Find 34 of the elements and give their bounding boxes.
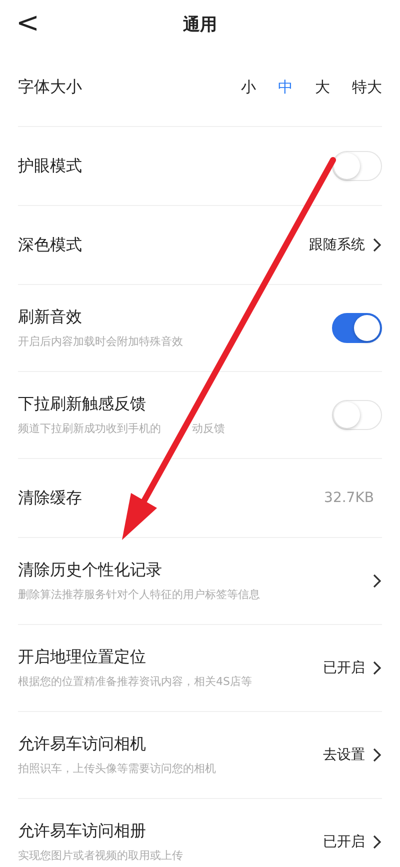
row-value: 跟随系统	[309, 236, 365, 254]
row-subtitle: 开启后内容加载时会附加特殊音效	[18, 334, 184, 349]
chevron-icon	[373, 238, 382, 252]
font-size-option[interactable]: 特大	[330, 78, 382, 96]
row-subtitle: 删除算法推荐服务针对个人特征的用户标签等信息	[18, 587, 261, 602]
row-title: 清除历史个性化记录	[18, 560, 163, 581]
row-subtitle: 拍照识车，上传头像等需要访问您的相机	[18, 761, 217, 776]
row-title: 下拉刷新触感反馈	[18, 394, 147, 415]
row-title: 护眼模式	[18, 156, 83, 176]
row-title: 深色模式	[18, 234, 83, 256]
chevron-icon	[373, 661, 382, 675]
chevron-icon	[373, 835, 382, 849]
row-subtitle: 频道下拉刷新成功收到手机的	[18, 421, 161, 436]
font-size-option[interactable]: 小	[219, 78, 256, 96]
row-title: 刷新音效	[18, 307, 83, 328]
row-title: 开启地理位置定位	[18, 647, 147, 668]
font-size-option[interactable]: 大	[293, 78, 330, 96]
row-value: 已开启	[323, 833, 365, 851]
row-title: 清除缓存	[18, 488, 83, 508]
row-subtitle: 根据您的位置精准备推荐资讯内容，相关4S店等	[18, 674, 253, 689]
row-title: 允许易车访问相机	[18, 734, 147, 755]
row-subtitle: 动反馈	[192, 421, 225, 436]
row-value: 已开启	[323, 659, 365, 677]
toggle-switch[interactable]	[332, 313, 382, 343]
row-value: 32.7KB	[324, 490, 374, 506]
row-title: 允许易车访问相册	[18, 821, 147, 842]
row-title: 字体大小	[18, 76, 83, 98]
page-title: 通用	[183, 14, 217, 36]
chevron-icon	[373, 574, 382, 588]
row-value: 去设置	[323, 746, 365, 764]
row-subtitle: 实现您图片或者视频的取用或上传	[18, 848, 184, 863]
font-size-option[interactable]: 中	[256, 78, 293, 96]
chevron-icon	[373, 748, 382, 762]
back-button[interactable]: <	[10, 6, 46, 39]
